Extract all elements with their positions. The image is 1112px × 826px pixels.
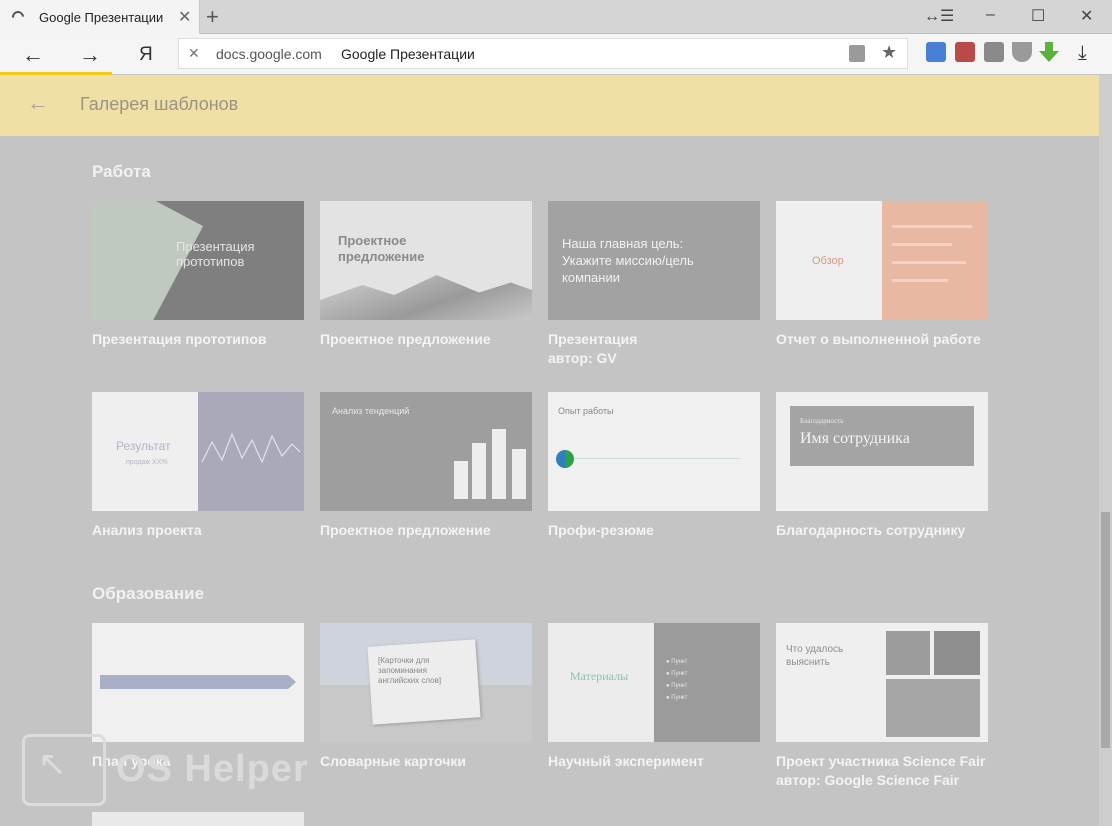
template-card-partial[interactable] <box>92 812 304 826</box>
template-card-prototype[interactable]: Презентация прототипов Презентация прото… <box>92 201 304 349</box>
template-card-science-fair[interactable]: Что удалось выяснить Проект участника Sc… <box>776 623 988 790</box>
template-card-thanks[interactable]: Благодарность Имя сотрудника Благодарнос… <box>776 392 988 540</box>
camera-extension-icon[interactable] <box>984 42 1004 62</box>
template-thumbnail[interactable]: Проектное предложение <box>320 201 532 320</box>
lock-icon[interactable] <box>849 45 865 62</box>
template-label: Анализ проекта <box>92 522 202 538</box>
template-card-experiment[interactable]: Материалы ● Пункт ● Пункт ● Пункт ● Пунк… <box>548 623 760 771</box>
line-chart-icon <box>201 432 301 464</box>
section-title-education: Образование <box>92 584 205 603</box>
section-title-work: Работа <box>92 162 151 181</box>
back-arrow-icon[interactable]: ← <box>27 90 49 116</box>
template-label: Научный эксперимент <box>548 753 704 769</box>
template-card-resume[interactable]: Опыт работы Профи-резюме <box>548 392 760 540</box>
loading-spinner-icon <box>9 8 27 26</box>
template-thumbnail[interactable]: Анализ тенденций <box>320 392 532 511</box>
template-label: Проектное предложение <box>320 331 491 347</box>
translate-extension-icon[interactable] <box>926 42 946 62</box>
new-tab-button[interactable]: + <box>206 4 219 30</box>
page-title: Галерея шаблонов <box>80 94 239 114</box>
minimize-button[interactable]: – <box>986 6 995 24</box>
watermark-arrow-icon: ↖ <box>38 745 67 783</box>
template-label: Отчет о выполненной работе <box>776 331 981 347</box>
template-label: Благодарность сотруднику <box>776 522 966 538</box>
forward-button[interactable]: → <box>79 42 101 68</box>
url-host: docs.google.com <box>216 46 322 62</box>
template-thumbnail[interactable]: Наша главная цель: Укажите миссию/цель к… <box>548 201 760 320</box>
watermark-text: OS Helper <box>116 748 309 790</box>
template-card-proposal-2[interactable]: Анализ тенденций Проектное предложение <box>320 392 532 540</box>
template-thumbnail[interactable]: Материалы ● Пункт ● Пункт ● Пункт ● Пунк… <box>548 623 760 742</box>
template-card-flashcards[interactable]: [Карточки для запоминания английских сло… <box>320 623 532 771</box>
template-thumbnail[interactable]: Благодарность Имя сотрудника <box>776 392 988 511</box>
tab-close-icon[interactable]: ✕ <box>178 7 191 27</box>
template-label: Проектное предложение <box>320 522 491 538</box>
template-thumbnail[interactable]: Результат продаж XX% <box>92 392 304 511</box>
clear-url-icon[interactable]: ✕ <box>188 45 200 62</box>
downloads-icon[interactable]: ⤓ <box>1078 42 1087 65</box>
template-thumbnail[interactable]: Обзор <box>776 201 988 320</box>
browser-tab[interactable]: Google Презентации ✕ <box>0 0 200 34</box>
template-author: автор: GV <box>548 350 617 366</box>
template-label: Профи-резюме <box>548 522 654 538</box>
template-thumbnail[interactable]: [Карточки для запоминания английских сло… <box>320 623 532 742</box>
template-label: Словарные карточки <box>320 753 466 769</box>
template-label: Презентация <box>548 331 638 347</box>
template-thumbnail[interactable]: Что удалось выяснить <box>776 623 988 742</box>
template-thumbnail[interactable]: Презентация прототипов <box>92 201 304 320</box>
template-card-analysis[interactable]: Результат продаж XX% Анализ проекта <box>92 392 304 540</box>
url-page-title: Google Презентации <box>341 46 475 62</box>
close-window-button[interactable]: ✕ <box>1080 6 1093 26</box>
yandex-logo-icon[interactable]: Я <box>139 44 153 66</box>
shield-extension-icon[interactable] <box>1012 42 1032 62</box>
template-card-report[interactable]: Обзор Отчет о выполненной работе <box>776 201 988 349</box>
template-thumbnail[interactable] <box>92 623 304 742</box>
template-label: Презентация прототипов <box>92 331 267 347</box>
scrollbar-thumb[interactable] <box>1101 512 1110 748</box>
video-extension-icon[interactable] <box>955 42 975 62</box>
tab-title: Google Презентации <box>39 10 164 25</box>
template-label: Проект участника Science Fair <box>776 753 986 769</box>
tab-manager-icon[interactable]: ↔☰ <box>924 6 954 26</box>
tab-strip: Google Презентации ✕ + ↔☰ – ☐ ✕ <box>0 0 1112 34</box>
template-author: автор: Google Science Fair <box>776 772 960 788</box>
bookmark-star-icon[interactable]: ★ <box>881 42 897 63</box>
template-card-gv[interactable]: Наша главная цель: Укажите миссию/цель к… <box>548 201 760 368</box>
template-card-proposal[interactable]: Проектное предложение Проектное предложе… <box>320 201 532 349</box>
maximize-button[interactable]: ☐ <box>1031 6 1045 26</box>
gallery-header: ← Галерея шаблонов <box>0 75 1099 136</box>
address-bar[interactable]: ✕ docs.google.com Google Презентации ★ <box>178 38 908 69</box>
template-thumbnail[interactable]: Опыт работы <box>548 392 760 511</box>
back-button[interactable]: ← <box>22 42 44 68</box>
